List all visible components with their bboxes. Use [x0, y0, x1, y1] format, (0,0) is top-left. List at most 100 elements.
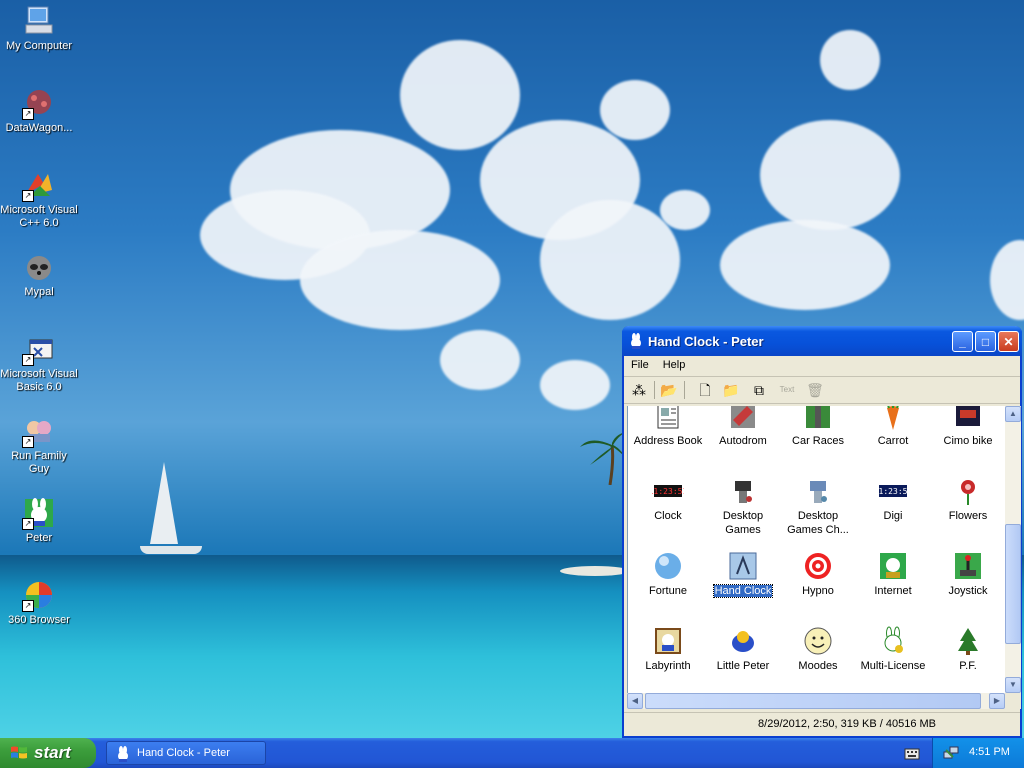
- status-bar: 8/29/2012, 2:50, 319 KB / 40516 MB: [624, 712, 1020, 735]
- desktop-icon-label: DataWagon...: [5, 122, 73, 134]
- taskbar-button-hand-clock[interactable]: Hand Clock - Peter: [106, 741, 266, 765]
- file-item-label: Hand Clock: [712, 584, 774, 598]
- hand-clock-icon: [727, 550, 759, 582]
- desktop-icon-visual-basic[interactable]: ↗ Microsoft Visual Basic 6.0: [0, 332, 78, 394]
- taskbar: start Hand Clock - Peter 4:51 PM: [0, 738, 1024, 768]
- file-item[interactable]: Moodes: [781, 625, 855, 673]
- car-races-icon: [802, 406, 834, 432]
- scroll-down-button[interactable]: ▼: [1005, 677, 1021, 693]
- file-item-label: Clock: [654, 510, 682, 522]
- scroll-left-button[interactable]: ◀: [627, 693, 643, 709]
- desktop-icon-label: My Computer: [5, 40, 73, 52]
- desktop-icon-peter[interactable]: ↗ Peter: [0, 496, 78, 545]
- desktop-icon-mypal[interactable]: Mypal: [0, 250, 78, 299]
- scroll-up-button[interactable]: ▲: [1005, 406, 1021, 422]
- shortcut-arrow-icon: ↗: [22, 518, 34, 530]
- file-item[interactable]: Hypno: [781, 550, 855, 598]
- arrow-up-icon: ▲: [1009, 409, 1017, 418]
- svg-text:11:23:51: 11:23:51: [877, 487, 909, 496]
- moodes-icon: [802, 625, 834, 657]
- network-icon[interactable]: [943, 745, 959, 761]
- toolbar-new-button[interactable]: 🗋: [696, 381, 714, 399]
- minimize-button[interactable]: _: [952, 331, 973, 352]
- labyrinth-icon: [652, 625, 684, 657]
- file-item-label: Car Races: [792, 435, 844, 447]
- desktop-icon-visual-cpp[interactable]: ↗ Microsoft Visual C++ 6.0: [0, 168, 78, 230]
- svg-text:11:23:51: 11:23:51: [652, 487, 684, 496]
- vertical-scroll-thumb[interactable]: [1005, 524, 1021, 644]
- menu-file[interactable]: File: [624, 356, 656, 371]
- scroll-right-button[interactable]: ▶: [989, 693, 1005, 709]
- file-item[interactable]: Cimo bike: [931, 406, 1005, 448]
- toolbar-copy-button[interactable]: ⧉: [750, 381, 768, 399]
- keyboard-icon[interactable]: [904, 746, 920, 760]
- system-tray: 4:51 PM: [932, 738, 1024, 768]
- desktop-icon-label: Microsoft Visual C++ 6.0: [0, 204, 78, 229]
- toolbar-open-button[interactable]: 📂: [660, 381, 678, 399]
- multi-license-icon: [877, 625, 909, 657]
- arrow-right-icon: ▶: [993, 696, 1001, 705]
- window-title-bar[interactable]: Hand Clock - Peter _ □ ✕: [622, 326, 1022, 356]
- desktop-icon-360-browser[interactable]: ↗ 360 Browser: [0, 578, 78, 627]
- desktop-icon-label: Run Family Guy: [11, 450, 67, 475]
- window-title: Hand Clock - Peter: [648, 334, 764, 349]
- horizontal-scroll-thumb[interactable]: [645, 693, 981, 709]
- file-item[interactable]: Autodrom: [706, 406, 780, 448]
- file-item[interactable]: Fortune: [631, 550, 705, 598]
- toolbar-tree-button[interactable]: ⁂: [630, 381, 648, 399]
- file-item-label: Desktop Games Ch...: [787, 510, 849, 536]
- maximize-button[interactable]: □: [975, 331, 996, 352]
- digi-icon: 11:23:51: [874, 475, 912, 507]
- file-item[interactable]: Desktop Games Ch...: [781, 475, 855, 537]
- menu-bar: File Help: [624, 356, 1020, 377]
- desktop-games-icon: [727, 475, 759, 507]
- little-peter-icon: [727, 625, 759, 657]
- file-item[interactable]: 11:23:51 Clock: [631, 475, 705, 523]
- file-item[interactable]: Address Book: [631, 406, 705, 448]
- peter-rabbit-icon: [118, 746, 128, 762]
- file-item[interactable]: Labyrinth: [631, 625, 705, 673]
- toolbar-text-button[interactable]: Text: [778, 381, 796, 399]
- new-file-icon: 🗋: [699, 382, 711, 398]
- file-item-label: Fortune: [649, 585, 687, 597]
- file-item-label: Multi-License: [860, 660, 926, 672]
- file-item[interactable]: Little Peter: [706, 625, 780, 673]
- copy-icon: ⧉: [754, 382, 764, 398]
- desktop-icon-my-computer[interactable]: My Computer: [0, 4, 78, 53]
- vertical-scrollbar[interactable]: ▲ ▼: [1005, 406, 1021, 693]
- file-list-view[interactable]: Address Book Autodrom Car Races Carrot Cimo …: [627, 406, 1006, 693]
- toolbar-folder-button[interactable]: 📁: [722, 381, 740, 399]
- my-computer-icon: [25, 6, 53, 34]
- file-item-label: Desktop Games: [722, 510, 764, 536]
- file-item[interactable]: 11:23:51 Digi: [856, 475, 930, 523]
- maximize-icon: □: [981, 335, 990, 349]
- file-item[interactable]: Car Races: [781, 406, 855, 448]
- file-item[interactable]: P.F.: [931, 625, 1005, 673]
- toolbar-separator: [654, 381, 655, 399]
- file-item[interactable]: Carrot: [856, 406, 930, 448]
- file-item-label: Hypno: [802, 585, 834, 597]
- folder-icon: 📁: [722, 382, 740, 398]
- close-button[interactable]: ✕: [998, 331, 1019, 352]
- desktop-icon-run-family-guy[interactable]: ↗ Run Family Guy: [0, 414, 78, 476]
- desktop-icon-datawagon[interactable]: ↗ DataWagon...: [0, 86, 78, 135]
- desktop-icon-label: 360 Browser: [8, 614, 70, 626]
- file-item[interactable]: Multi-License: [856, 625, 930, 673]
- toolbar-delete-button[interactable]: 🗑: [806, 381, 824, 399]
- file-item[interactable]: Internet: [856, 550, 930, 598]
- start-button[interactable]: start: [0, 738, 96, 768]
- tree-view-icon: ⁂: [632, 382, 646, 398]
- menu-help[interactable]: Help: [656, 356, 693, 371]
- file-item[interactable]: Joystick: [931, 550, 1005, 598]
- shortcut-arrow-icon: ↗: [22, 436, 34, 448]
- file-item[interactable]: Desktop Games: [706, 475, 780, 537]
- taskbar-clock[interactable]: 4:51 PM: [969, 746, 1010, 758]
- close-icon: ✕: [1003, 335, 1014, 349]
- minimize-icon: _: [959, 335, 966, 349]
- raccoon-icon: [27, 256, 51, 280]
- windows-logo-icon: [11, 746, 27, 759]
- file-item[interactable]: Hand Clock: [706, 550, 780, 598]
- arrow-left-icon: ◀: [631, 696, 639, 705]
- horizontal-scrollbar[interactable]: ◀ ▶: [627, 693, 1005, 709]
- file-item[interactable]: Flowers: [931, 475, 1005, 523]
